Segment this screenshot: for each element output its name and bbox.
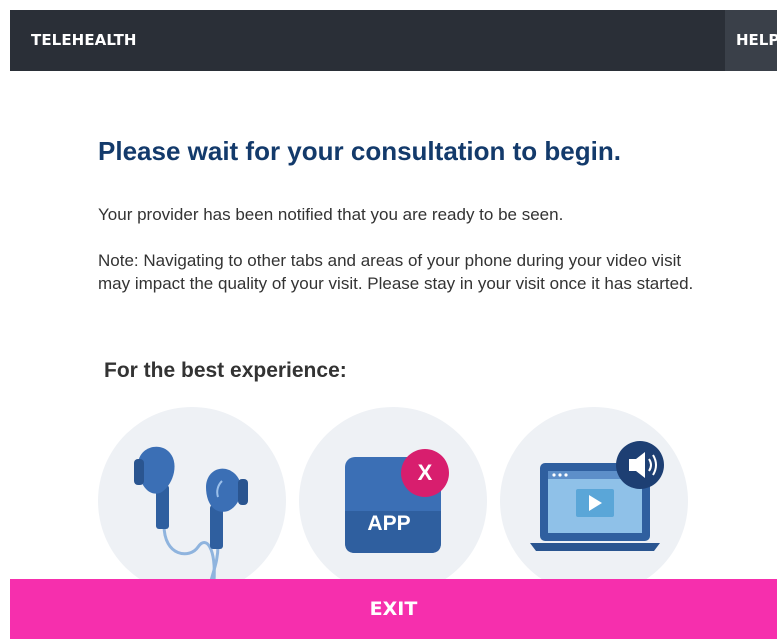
laptop-sound-icon <box>530 441 664 551</box>
tip-close-apps: APP X <box>299 407 487 595</box>
navigation-note: Note: Navigating to other tabs and areas… <box>98 251 694 293</box>
close-x-badge: X <box>401 449 449 497</box>
page-title: Please wait for your consultation to beg… <box>98 136 621 166</box>
notified-message: Your provider has been notified that you… <box>98 205 564 224</box>
app-title: TELEHEALTH <box>31 31 137 49</box>
best-experience-title: For the best experience: <box>104 359 347 382</box>
earphones-icon <box>134 446 248 595</box>
telehealth-window: TELEHEALTH HELP Please wait for your con… <box>10 10 777 639</box>
top-bar: TELEHEALTH HELP <box>10 10 777 71</box>
tip-laptop-sound <box>500 407 688 595</box>
exit-button[interactable]: EXIT <box>10 579 777 639</box>
help-button[interactable]: HELP <box>725 10 777 71</box>
app-closed-icon <box>345 457 441 553</box>
tip-earphones <box>98 407 286 595</box>
app-label: APP <box>367 512 411 535</box>
